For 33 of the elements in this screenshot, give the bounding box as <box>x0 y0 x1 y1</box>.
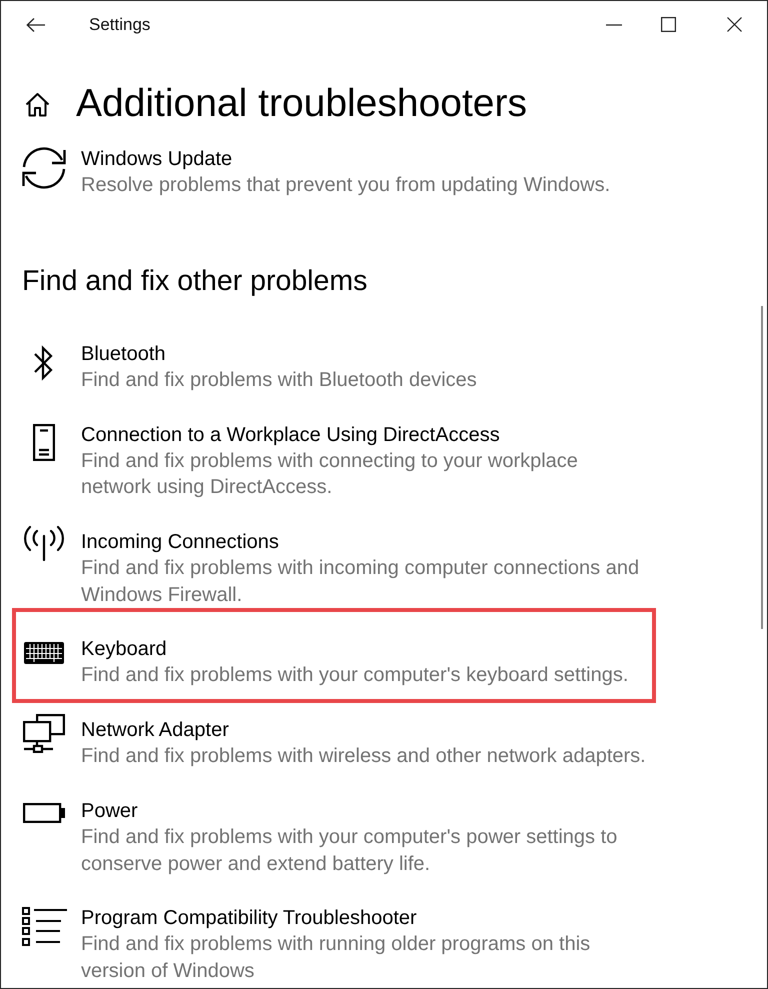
troubleshooter-title[interactable]: Program Compatibility Troubleshooter <box>81 904 417 932</box>
troubleshooter-description: Find and fix problems with your computer's power settings to conserve power and extend battery life. <box>81 825 618 876</box>
network-computers-icon <box>23 714 65 753</box>
troubleshooter-description: Find and fix problems with connecting to your workplace network using DirectAccess. <box>81 449 579 500</box>
close-icon[interactable] <box>727 17 742 32</box>
sync-arrows-icon <box>21 145 67 191</box>
home-icon[interactable] <box>25 92 50 116</box>
troubleshooter-title[interactable]: Connection to a Workplace Using DirectAccess <box>81 422 500 448</box>
bluetooth-icon <box>33 344 55 381</box>
back-arrow-icon[interactable] <box>26 18 45 32</box>
minimize-icon[interactable] <box>606 24 622 26</box>
window-title: Settings <box>89 14 150 34</box>
troubleshooter-description: Resolve problems that prevent you from updating Windows. <box>81 173 610 198</box>
troubleshooter-title[interactable]: Bluetooth <box>81 340 166 368</box>
antenna-icon <box>22 524 66 561</box>
troubleshooter-title[interactable]: Keyboard <box>81 636 167 662</box>
list-icon <box>22 906 66 947</box>
maximize-icon[interactable] <box>661 17 676 32</box>
section-heading: Find and fix other problems <box>22 264 368 299</box>
troubleshooter-title[interactable]: Power <box>81 798 138 824</box>
troubleshooter-description: Find and fix problems with Bluetooth devices <box>81 368 477 394</box>
keyboard-icon <box>24 642 64 664</box>
troubleshooter-description: Find and fix problems with incoming computer connections and Windows Firewall. <box>81 556 640 608</box>
troubleshooter-title[interactable]: Incoming Connections <box>81 528 279 556</box>
troubleshooter-title[interactable]: Windows Update <box>81 146 232 172</box>
troubleshooter-description: Find and fix problems with wireless and other network adapters. <box>81 744 646 770</box>
scrollbar-thumb[interactable] <box>761 306 763 629</box>
page-title: Additional troubleshooters <box>76 82 527 126</box>
battery-icon <box>23 802 65 823</box>
troubleshooter-description: Find and fix problems with your computer's keyboard settings. <box>81 663 628 688</box>
troubleshooter-title[interactable]: Network Adapter <box>81 716 229 744</box>
phone-icon <box>33 424 55 461</box>
troubleshooter-description: Find and fix problems with running older programs on this version of Windows <box>81 932 592 984</box>
